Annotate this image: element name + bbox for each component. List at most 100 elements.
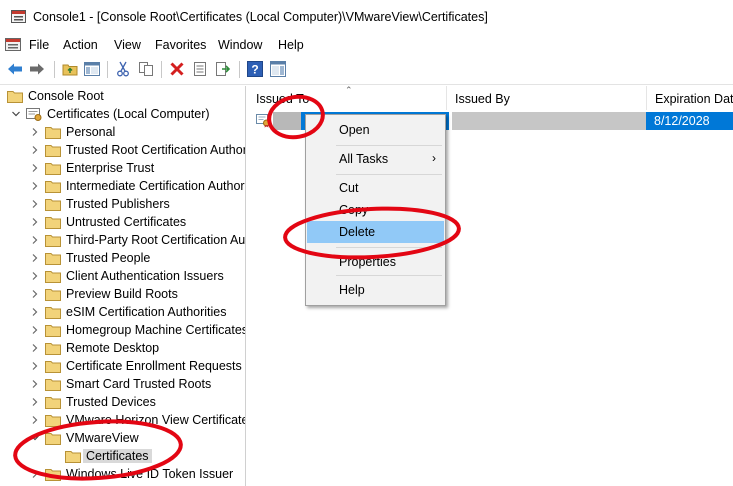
tree-item-untrusted-certificates[interactable]: Untrusted Certificates xyxy=(30,213,186,231)
properties-icon[interactable] xyxy=(191,60,209,78)
back-arrow-icon[interactable] xyxy=(6,60,24,78)
chevron-right-icon[interactable] xyxy=(30,469,40,479)
chevron-right-icon[interactable] xyxy=(30,127,40,137)
tree-item-vmwareview-certificates[interactable]: Certificates xyxy=(65,447,152,465)
menu-view[interactable]: View xyxy=(114,38,141,52)
tree-label: Trusted Devices xyxy=(66,395,156,409)
tree-label: Certificates (Local Computer) xyxy=(47,107,210,121)
tree-label: Enterprise Trust xyxy=(66,161,155,175)
tree-item-trusted-devices[interactable]: Trusted Devices xyxy=(30,393,156,411)
tree-item-vmwareview[interactable]: VMwareView xyxy=(30,429,139,447)
chevron-right-icon[interactable] xyxy=(30,361,40,371)
tree-item-trusted-people[interactable]: Trusted People xyxy=(30,249,150,267)
chevron-right-icon[interactable] xyxy=(30,307,40,317)
console-tree: Console Root Certificates (Local Compute… xyxy=(0,86,246,486)
folder-icon xyxy=(45,342,61,355)
context-menu-help[interactable]: Help xyxy=(307,279,444,301)
folder-open-icon xyxy=(45,432,61,445)
tree-item-console-root[interactable]: Console Root xyxy=(7,87,104,105)
tree-label: Untrusted Certificates xyxy=(66,215,187,229)
tree-item-client-authentication-issuers[interactable]: Client Authentication Issuers xyxy=(30,267,224,285)
chevron-right-icon[interactable] xyxy=(30,397,40,407)
context-menu-copy[interactable]: Copy xyxy=(307,199,444,221)
toolbar: ? xyxy=(0,56,733,85)
forward-arrow-icon[interactable] xyxy=(28,60,46,78)
menu-help[interactable]: Help xyxy=(278,38,304,52)
sort-ascending-icon: ⌃ xyxy=(345,85,353,95)
chevron-right-icon[interactable] xyxy=(30,145,40,155)
system-menu-icon[interactable] xyxy=(5,37,21,52)
tree-item-esim-certification-authorities[interactable]: eSIM Certification Authorities xyxy=(30,303,227,321)
chevron-right-icon[interactable] xyxy=(30,181,40,191)
chevron-right-icon[interactable] xyxy=(30,343,40,353)
tree-item-certificates-local-computer[interactable]: Certificates (Local Computer) xyxy=(11,105,210,123)
chevron-right-icon[interactable] xyxy=(30,415,40,425)
show-hide-tree-icon[interactable] xyxy=(83,60,101,78)
column-header-issued-to[interactable]: Issued To ⌃ xyxy=(248,85,447,110)
tree-item-trusted-root-certification-authorities[interactable]: Trusted Root Certification Authorities xyxy=(30,141,245,159)
tree-label: Personal xyxy=(66,125,116,139)
tree-label: Homegroup Machine Certificates xyxy=(66,323,246,337)
chevron-right-icon[interactable] xyxy=(30,235,40,245)
column-label: Expiration Date xyxy=(655,92,733,106)
tree-item-enterprise-trust[interactable]: Enterprise Trust xyxy=(30,159,154,177)
chevron-right-icon[interactable] xyxy=(30,199,40,209)
menu-action[interactable]: Action xyxy=(63,38,98,52)
chevron-down-icon[interactable] xyxy=(11,109,21,119)
issued-by-cell xyxy=(452,112,646,130)
context-menu-properties[interactable]: Properties xyxy=(307,251,444,273)
tree-item-remote-desktop[interactable]: Remote Desktop xyxy=(30,339,159,357)
tree-item-personal[interactable]: Personal xyxy=(30,123,115,141)
context-menu-cut[interactable]: Cut xyxy=(307,177,444,199)
tree-item-windows-live-id-token-issuer[interactable]: Windows Live ID Token Issuer xyxy=(30,465,233,483)
tree-label: Certificates xyxy=(83,449,152,463)
chevron-right-icon[interactable] xyxy=(30,325,40,335)
chevron-right-icon[interactable] xyxy=(30,253,40,263)
tree-item-intermediate-certification-authorities[interactable]: Intermediate Certification Authorities xyxy=(30,177,245,195)
cut-icon[interactable] xyxy=(114,60,132,78)
delete-icon[interactable] xyxy=(168,60,186,78)
context-menu-all-tasks[interactable]: All Tasks › xyxy=(307,148,444,170)
issued-to-cell xyxy=(273,112,301,130)
tree-label: Client Authentication Issuers xyxy=(66,269,224,283)
tree-label: Trusted People xyxy=(66,251,151,265)
window-title: Console1 - [Console Root\Certificates (L… xyxy=(33,10,488,24)
up-folder-icon[interactable] xyxy=(61,60,79,78)
menu-window[interactable]: Window xyxy=(218,38,262,52)
chevron-right-icon[interactable] xyxy=(30,217,40,227)
chevron-right-icon[interactable] xyxy=(30,271,40,281)
tree-item-certificate-enrollment-requests[interactable]: Certificate Enrollment Requests xyxy=(30,357,242,375)
folder-icon xyxy=(45,144,61,157)
column-header-issued-by[interactable]: Issued By xyxy=(447,86,647,110)
context-menu-delete[interactable]: Delete xyxy=(307,221,444,243)
tree-label: Windows Live ID Token Issuer xyxy=(66,467,234,481)
chevron-right-icon[interactable] xyxy=(30,289,40,299)
folder-icon xyxy=(45,216,61,229)
folder-icon xyxy=(45,306,61,319)
copy-icon[interactable] xyxy=(137,60,155,78)
menu-item-label: All Tasks xyxy=(339,152,389,166)
tree-item-preview-build-roots[interactable]: Preview Build Roots xyxy=(30,285,178,303)
chevron-right-icon[interactable] xyxy=(30,379,40,389)
tree-label: Smart Card Trusted Roots xyxy=(66,377,212,391)
tree-item-vmware-horizon-view-certificates[interactable]: VMware Horizon View Certificates xyxy=(30,411,245,429)
show-action-pane-icon[interactable] xyxy=(269,60,287,78)
folder-icon xyxy=(45,234,61,247)
help-icon[interactable]: ? xyxy=(246,60,264,78)
tree-item-third-party-root-certification-authorities[interactable]: Third-Party Root Certification Authoriti… xyxy=(30,231,245,249)
tree-item-smart-card-trusted-roots[interactable]: Smart Card Trusted Roots xyxy=(30,375,211,393)
tree-label: Preview Build Roots xyxy=(66,287,178,301)
export-list-icon[interactable] xyxy=(214,60,232,78)
folder-icon xyxy=(45,198,61,211)
tree-item-trusted-publishers[interactable]: Trusted Publishers xyxy=(30,195,170,213)
folder-icon xyxy=(45,360,61,373)
menu-favorites[interactable]: Favorites xyxy=(155,38,206,52)
chevron-down-icon[interactable] xyxy=(30,433,40,443)
chevron-right-icon[interactable] xyxy=(30,163,40,173)
context-menu-open[interactable]: Open xyxy=(307,119,444,141)
tree-item-homegroup-machine-certificates[interactable]: Homegroup Machine Certificates xyxy=(30,321,246,339)
column-header-expiration-date[interactable]: Expiration Date xyxy=(647,86,733,110)
menu-item-label: Open xyxy=(339,123,370,137)
certificate-icon xyxy=(256,114,270,128)
menu-file[interactable]: File xyxy=(29,38,49,52)
